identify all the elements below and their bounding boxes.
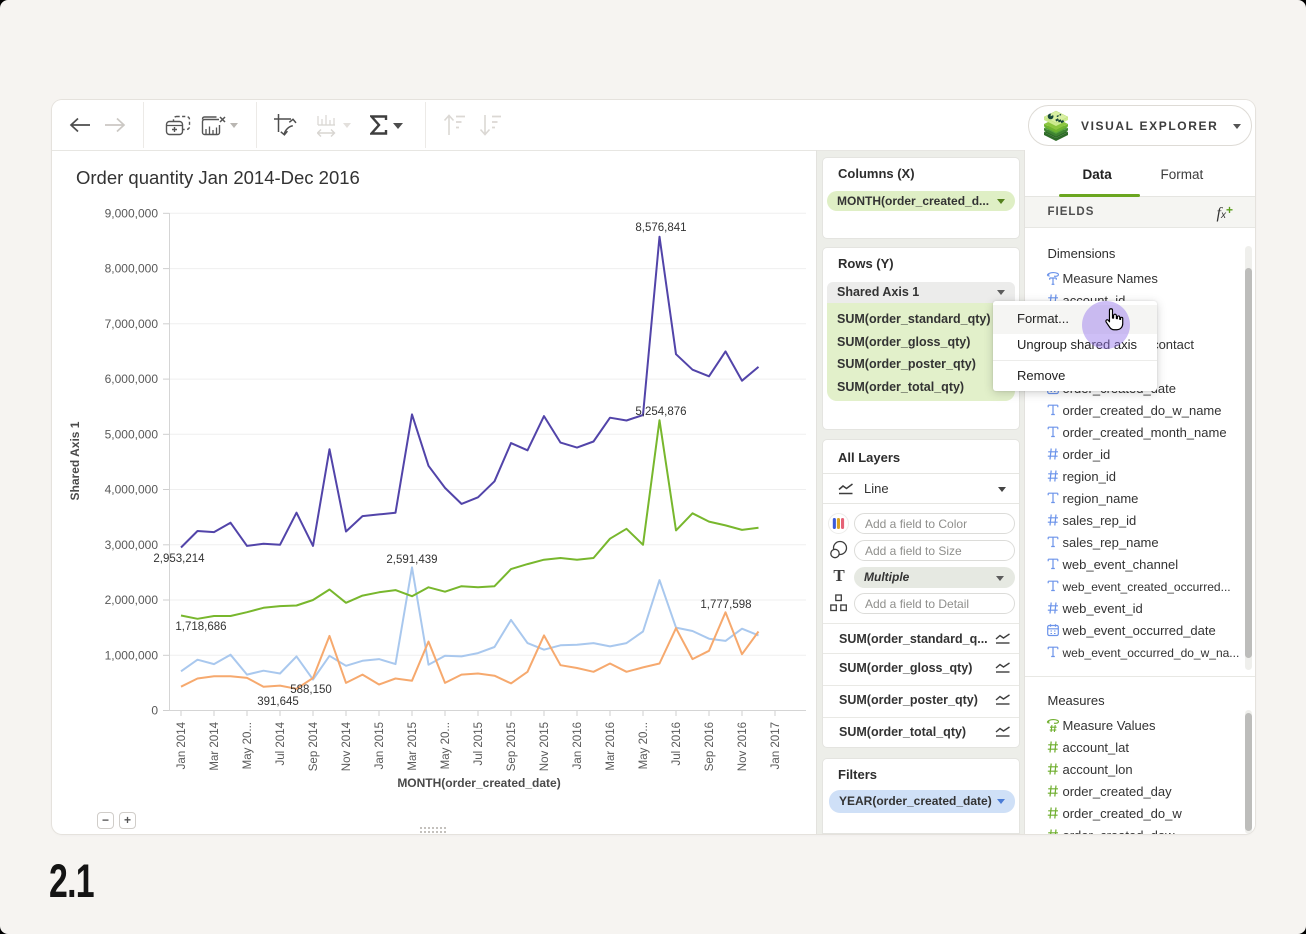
svg-text:7,000,000: 7,000,000: [105, 317, 159, 331]
svg-text:1,000,000: 1,000,000: [105, 648, 159, 662]
svg-text:Sep 2015: Sep 2015: [506, 722, 518, 771]
svg-text:May 20...: May 20...: [440, 722, 452, 769]
svg-text:Mar 2014: Mar 2014: [209, 721, 221, 770]
svg-text:MONTH(order_created_date): MONTH(order_created_date): [397, 776, 560, 790]
svg-text:5,254,876: 5,254,876: [635, 406, 686, 418]
svg-text:8,000,000: 8,000,000: [105, 262, 159, 276]
svg-text:Sep 2014: Sep 2014: [308, 721, 320, 771]
svg-text:Jan 2016: Jan 2016: [572, 722, 584, 769]
svg-text:Nov 2016: Nov 2016: [737, 722, 749, 771]
svg-text:Mar 2015: Mar 2015: [407, 722, 419, 771]
svg-text:8,576,841: 8,576,841: [635, 222, 686, 234]
svg-text:Jul 2015: Jul 2015: [473, 722, 485, 765]
svg-text:2,591,439: 2,591,439: [386, 554, 437, 566]
svg-text:May 20...: May 20...: [242, 722, 254, 769]
svg-text:May 20...: May 20...: [638, 722, 650, 769]
svg-text:Jul 2016: Jul 2016: [671, 722, 683, 765]
svg-text:1,718,686: 1,718,686: [175, 621, 226, 633]
svg-text:9,000,000: 9,000,000: [105, 206, 159, 220]
svg-text:3,000,000: 3,000,000: [105, 538, 159, 552]
svg-text:588,150: 588,150: [290, 684, 332, 696]
svg-text:Mar 2016: Mar 2016: [605, 722, 617, 771]
svg-text:Jan 2017: Jan 2017: [770, 722, 782, 769]
svg-text:0: 0: [151, 704, 158, 718]
svg-text:Shared Axis 1: Shared Axis 1: [68, 421, 82, 500]
svg-text:Sep 2016: Sep 2016: [704, 722, 716, 771]
svg-text:Jul 2014: Jul 2014: [275, 721, 287, 765]
svg-text:4,000,000: 4,000,000: [105, 483, 159, 497]
svg-text:391,645: 391,645: [257, 696, 299, 708]
svg-text:6,000,000: 6,000,000: [105, 372, 159, 386]
svg-text:5,000,000: 5,000,000: [105, 427, 159, 441]
svg-text:2,953,214: 2,953,214: [153, 553, 205, 565]
svg-text:Nov 2015: Nov 2015: [539, 722, 551, 771]
svg-text:Nov 2014: Nov 2014: [341, 721, 353, 771]
svg-text:Jan 2014: Jan 2014: [176, 721, 188, 769]
svg-text:2,000,000: 2,000,000: [105, 593, 159, 607]
svg-text:1,777,598: 1,777,598: [700, 599, 751, 611]
svg-text:Jan 2015: Jan 2015: [374, 722, 386, 769]
